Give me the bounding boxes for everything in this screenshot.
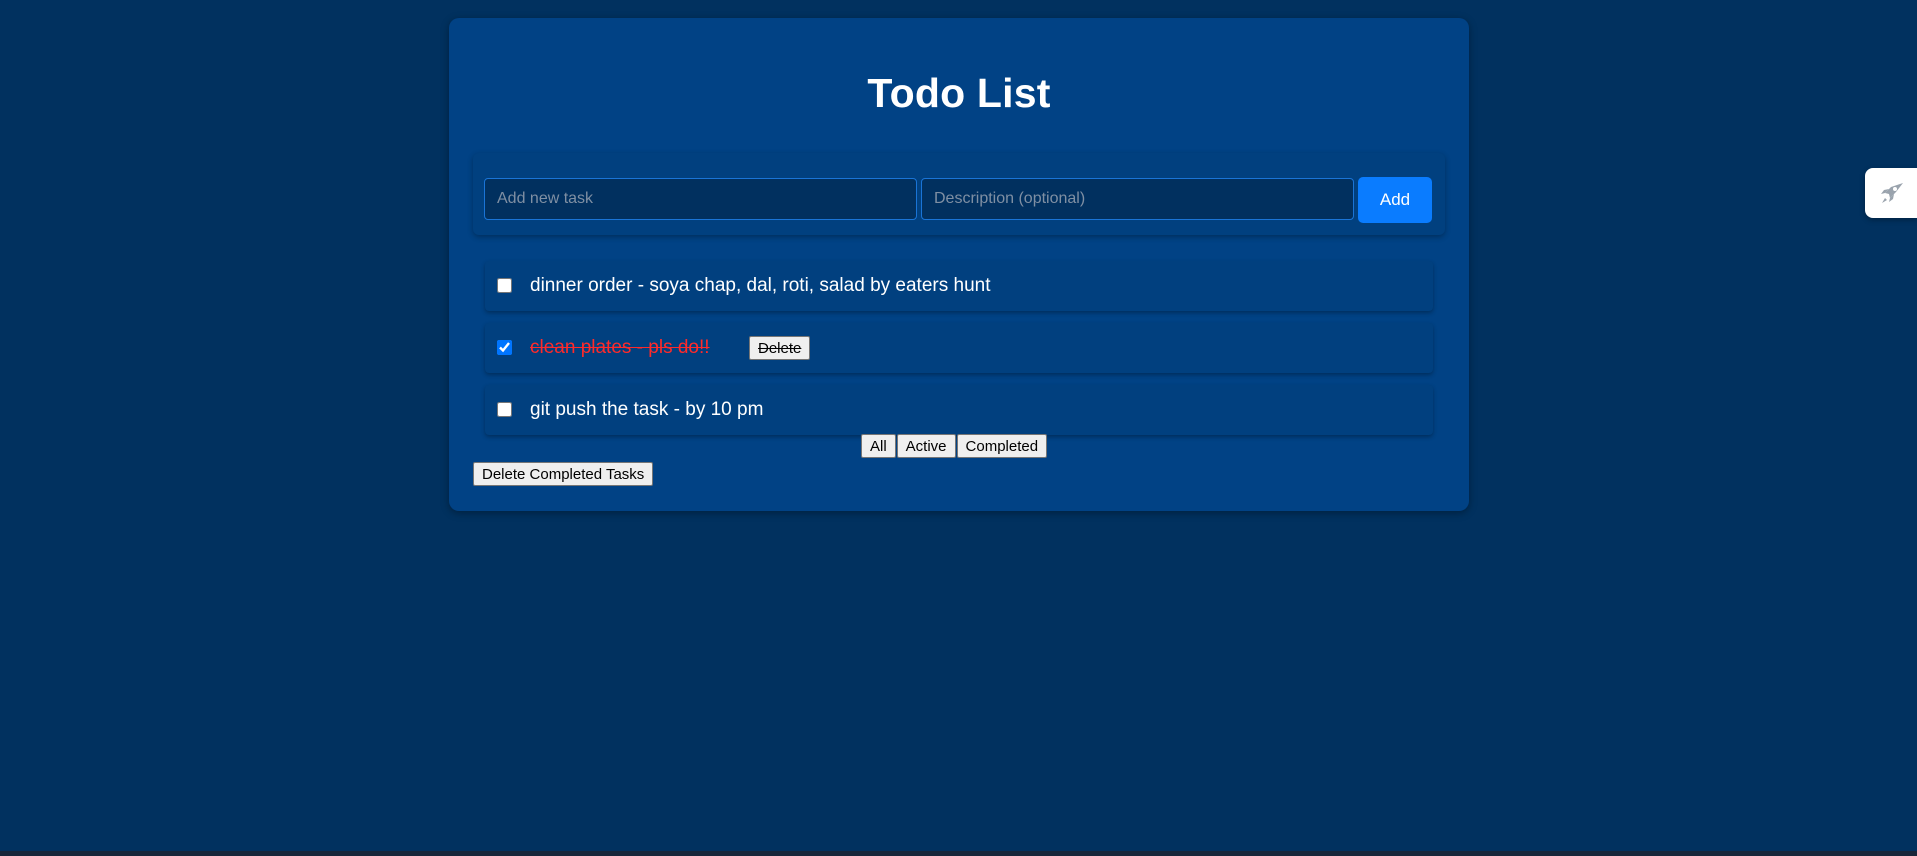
todo-text: dinner order - soya chap, dal, roti, sal… — [530, 275, 991, 296]
side-launcher-button[interactable] — [1865, 168, 1917, 218]
todo-item: clean plates - pls do!! Delete — [485, 323, 1433, 373]
filter-completed-button[interactable]: Completed — [956, 434, 1048, 458]
todo-item: git push the task - by 10 pm — [485, 385, 1433, 435]
bottom-strip — [0, 851, 1917, 856]
page-title: Todo List — [867, 70, 1051, 116]
todo-item: dinner order - soya chap, dal, roti, sal… — [485, 261, 1433, 311]
delete-completed-button[interactable]: Delete Completed Tasks — [473, 462, 654, 486]
filter-bar: All Active Completed — [861, 434, 1048, 458]
add-button[interactable]: Add — [1358, 177, 1432, 223]
filter-all-button[interactable]: All — [861, 434, 896, 458]
add-task-form: Add — [473, 153, 1445, 235]
task-input[interactable] — [484, 178, 917, 220]
delete-todo-button[interactable]: Delete — [749, 336, 811, 360]
todo-checkbox[interactable] — [497, 402, 512, 417]
rocket-icon — [1881, 183, 1903, 203]
description-input[interactable] — [921, 178, 1354, 220]
todo-text: git push the task - by 10 pm — [530, 399, 764, 420]
todo-checkbox[interactable] — [497, 278, 512, 293]
todo-text: clean plates - pls do!! — [530, 337, 710, 358]
filter-active-button[interactable]: Active — [896, 434, 956, 458]
todo-card: Todo List Add dinner order - soya chap, … — [449, 18, 1469, 511]
todo-checkbox[interactable] — [497, 340, 512, 355]
